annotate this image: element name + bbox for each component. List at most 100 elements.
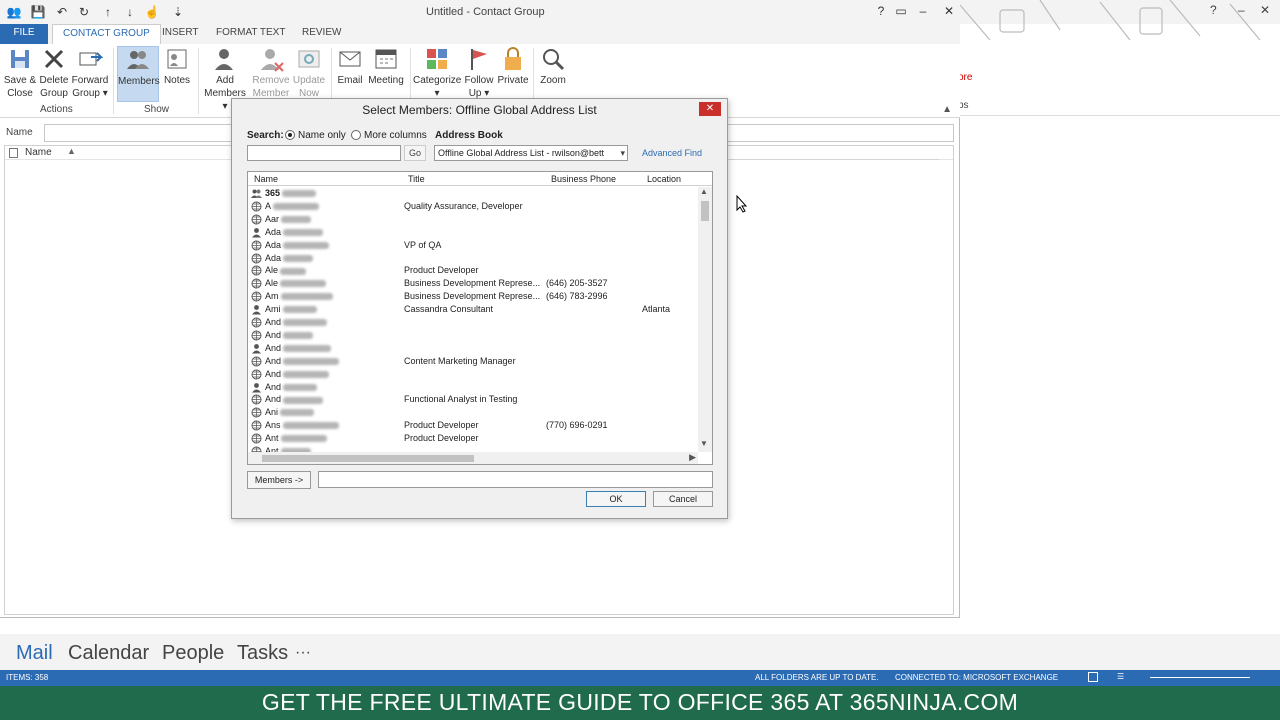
members-label: Members [118, 76, 160, 87]
help-icon[interactable]: ? [872, 4, 890, 18]
column-business-phone[interactable]: Business Phone [551, 174, 616, 184]
address-row[interactable]: Ant [248, 445, 698, 452]
address-row[interactable]: Am Business Development Represe... (646) 7… [248, 290, 698, 303]
ok-button[interactable]: OK [586, 491, 646, 507]
normal-view-icon[interactable] [1088, 672, 1098, 682]
touch-icon[interactable]: ☝ [144, 4, 160, 20]
members-view-button[interactable]: Members [117, 46, 160, 102]
forward-group-label: Forward Group ▾ [71, 75, 109, 99]
address-row[interactable]: Ada [248, 252, 698, 265]
go-button[interactable]: Go [404, 145, 426, 161]
address-row[interactable]: Aar [248, 213, 698, 226]
members-field[interactable] [318, 471, 713, 488]
address-row[interactable]: And [248, 381, 698, 394]
address-row[interactable]: Ada [248, 226, 698, 239]
email-button[interactable]: Email [335, 46, 365, 87]
address-list-grid: Name Title Business Phone Location 365 A Q… [247, 171, 713, 465]
address-row[interactable]: And Content Marketing Manager [248, 355, 698, 368]
up-icon[interactable]: ↑ [100, 4, 116, 20]
name-only-label[interactable]: Name only [298, 130, 346, 141]
address-book-select[interactable]: Offline Global Address List - rwilson@be… [434, 145, 628, 161]
row-name: And [265, 356, 340, 366]
zoom-label: Zoom [540, 75, 566, 86]
nav-mail[interactable]: Mail [16, 642, 53, 665]
more-columns-radio[interactable] [351, 130, 361, 140]
save-close-button[interactable]: Save & Close [2, 46, 38, 100]
address-row[interactable]: 365 [248, 187, 698, 200]
search-input[interactable] [247, 145, 401, 161]
nav-calendar[interactable]: Calendar [68, 642, 149, 665]
categorize-button[interactable]: Categorize ▾ [413, 46, 461, 100]
scroll-right-icon[interactable]: ▶ [689, 452, 696, 463]
nav-more-icon[interactable]: ··· [295, 644, 311, 662]
more-columns-label[interactable]: More columns [364, 130, 427, 141]
dialog-close-button[interactable]: ✕ [699, 102, 721, 116]
private-button[interactable]: Private [497, 46, 529, 87]
update-now-button[interactable]: Update Now [292, 46, 326, 100]
row-name: A [265, 201, 320, 211]
address-row[interactable]: A Quality Assurance, Developer [248, 200, 698, 213]
minimize-button[interactable]: – [914, 4, 932, 18]
address-row[interactable]: Ale Product Developer [248, 264, 698, 277]
address-row[interactable]: And [248, 342, 698, 355]
down-icon[interactable]: ↓ [122, 4, 138, 20]
forward-group-button[interactable]: Forward Group ▾ [70, 46, 110, 100]
update-icon [298, 50, 320, 68]
horizontal-scrollbar[interactable]: ▶ [248, 452, 698, 464]
tab-file[interactable]: FILE [0, 24, 48, 44]
column-location[interactable]: Location [647, 174, 681, 184]
row-name: Ale [265, 265, 307, 275]
globe-icon [251, 433, 262, 444]
zoom-slider[interactable] [1150, 677, 1250, 678]
redo-icon[interactable]: ↻ [76, 4, 92, 20]
scroll-down-icon[interactable]: ▼ [700, 439, 708, 448]
address-row[interactable]: Ale Business Development Represe... (646) … [248, 277, 698, 290]
members-add-button[interactable]: Members -> [247, 471, 311, 489]
address-row[interactable]: Ans Product Developer (770) 696-0291 [248, 419, 698, 432]
address-row[interactable]: And Functional Analyst in Testing [248, 393, 698, 406]
nav-people[interactable]: People [162, 642, 224, 665]
notes-button[interactable]: Notes [162, 46, 192, 87]
address-row[interactable]: Ada VP of QA [248, 239, 698, 252]
zoom-button[interactable]: Zoom [537, 46, 569, 87]
ribbon-display-icon[interactable]: ▭ [892, 4, 910, 18]
nav-tasks[interactable]: Tasks [237, 642, 288, 665]
notes-icon [167, 49, 187, 69]
contacts-icon[interactable]: 👥 [6, 4, 22, 20]
address-row[interactable]: And [248, 329, 698, 342]
address-row[interactable]: And [248, 368, 698, 381]
column-name[interactable]: Name [254, 174, 278, 184]
name-column-header[interactable]: Name [25, 147, 52, 158]
meeting-button[interactable]: Meeting [367, 46, 405, 87]
tab-format-text[interactable]: FORMAT TEXT [206, 24, 295, 44]
row-phone: (770) 696-0291 [546, 420, 608, 431]
save-icon[interactable]: 💾 [30, 4, 46, 20]
remove-member-button[interactable]: Remove Member [252, 46, 290, 100]
address-row[interactable]: Ani [248, 406, 698, 419]
follow-up-button[interactable]: Follow Up ▾ [463, 46, 495, 100]
group-separator [198, 48, 199, 114]
address-row[interactable]: Ami Cassandra Consultant Atlanta [248, 303, 698, 316]
row-title: Business Development Represe... [404, 291, 541, 302]
name-only-radio[interactable] [285, 130, 295, 140]
cancel-button[interactable]: Cancel [653, 491, 713, 507]
address-row[interactable]: And [248, 316, 698, 329]
customize-icon[interactable]: ⇣ [170, 4, 186, 20]
collapse-ribbon-icon[interactable]: ▲ [942, 104, 952, 115]
delete-group-button[interactable]: Delete Group [38, 46, 70, 100]
advanced-find-link[interactable]: Advanced Find [642, 148, 702, 158]
tab-review[interactable]: REVIEW [292, 24, 351, 44]
column-title[interactable]: Title [408, 174, 425, 184]
undo-icon[interactable]: ↶ [54, 4, 70, 20]
horizontal-scroll-thumb[interactable] [262, 455, 474, 462]
tab-contact-group[interactable]: CONTACT GROUP [52, 24, 161, 44]
row-name: Ant [265, 433, 327, 443]
grid-header: Name Title Business Phone Location [248, 172, 712, 186]
vertical-scrollbar[interactable]: ▲ ▼ [698, 187, 712, 452]
tab-insert[interactable]: INSERT [152, 24, 209, 44]
address-row[interactable]: Ant Product Developer [248, 432, 698, 445]
vertical-scroll-thumb[interactable] [701, 201, 709, 221]
reading-view-icon[interactable]: ☰ [1117, 672, 1124, 681]
scroll-up-icon[interactable]: ▲ [700, 187, 708, 196]
close-button[interactable]: ✕ [940, 4, 958, 18]
